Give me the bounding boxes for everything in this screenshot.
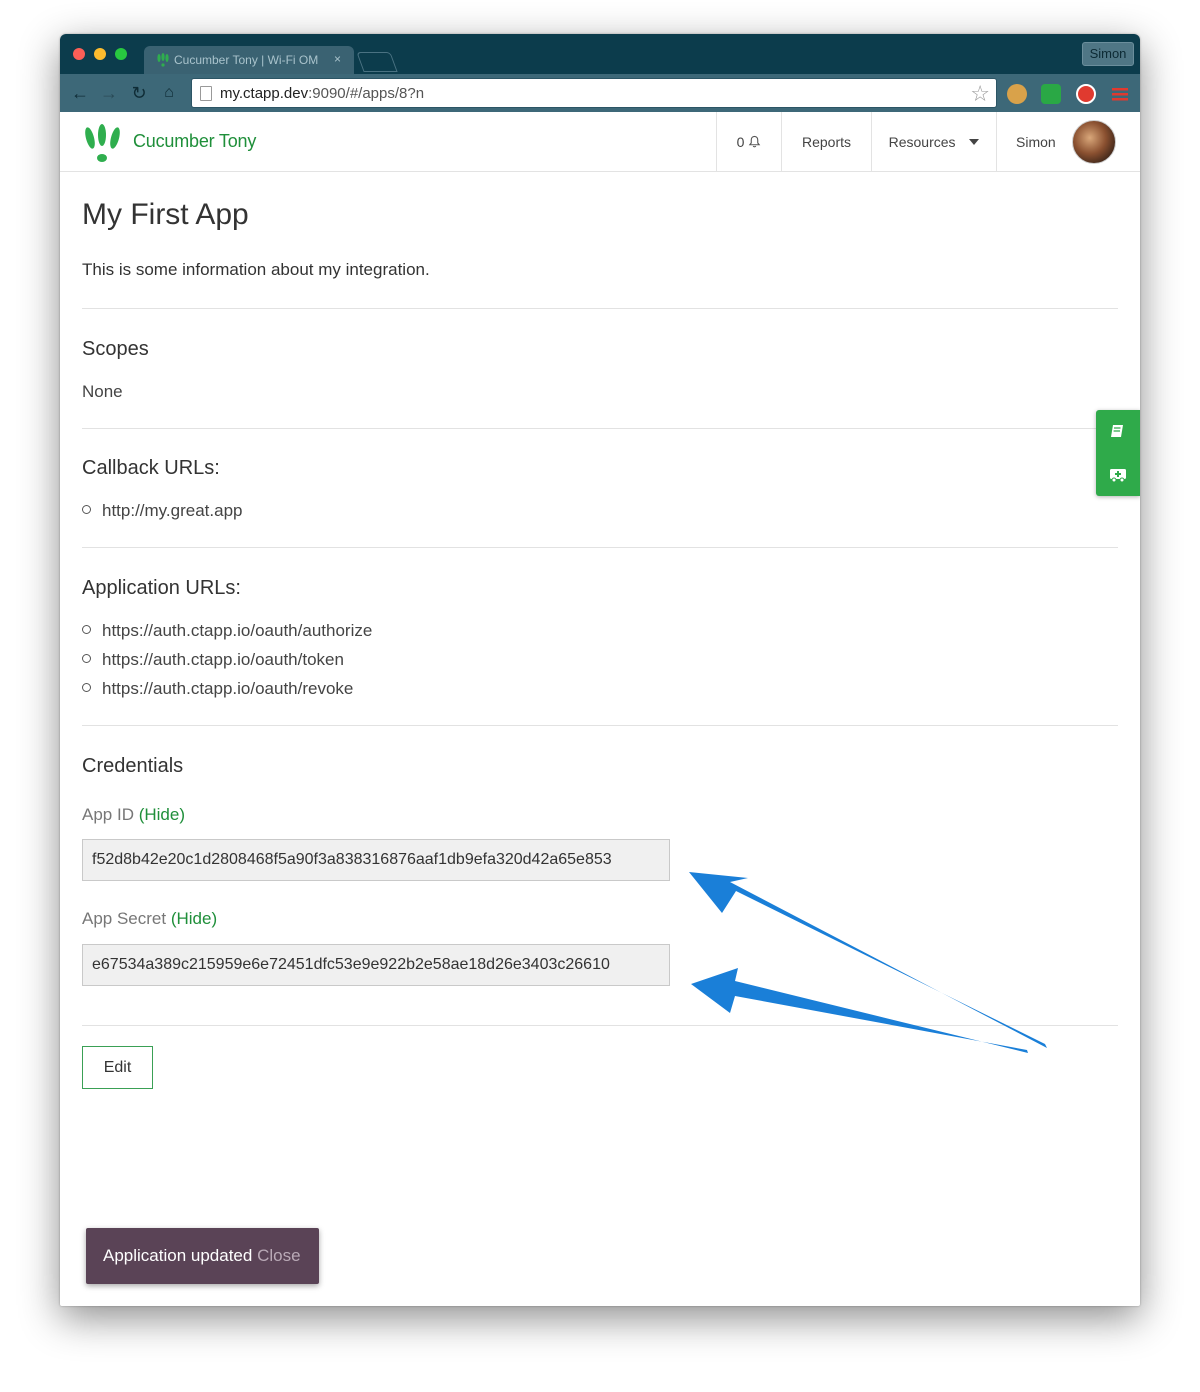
browser-toolbar: ← → ↻ ⌂ my.ctapp.dev:9090/#/apps/8?n ☆ [60, 74, 1140, 112]
page-title: My First App [82, 198, 249, 231]
bookmark-star-icon[interactable]: ☆ [970, 81, 990, 107]
application-url-item: https://auth.ctapp.io/oauth/revoke [82, 679, 353, 699]
forward-arrow-icon[interactable]: → [97, 81, 121, 105]
app-id-label: App ID (Hide) [82, 805, 185, 825]
caret-down-icon [969, 139, 980, 145]
reload-icon[interactable]: ↻ [127, 81, 151, 105]
home-icon[interactable]: ⌂ [157, 81, 181, 105]
user-nav[interactable]: Simon [996, 112, 1140, 172]
book-icon[interactable] [1109, 423, 1125, 439]
profile-chip[interactable]: Simon [1082, 42, 1134, 66]
back-arrow-icon[interactable]: ← [68, 81, 92, 105]
app-secret-field[interactable]: e67534a389c215959e6e72451dfc53e9e922b2e5… [82, 944, 670, 986]
tab-close-icon[interactable]: × [334, 52, 341, 66]
minimize-window-button[interactable] [94, 48, 106, 60]
quote-extension-icon[interactable] [1041, 84, 1061, 104]
divider [82, 547, 1118, 548]
browser-window: Cucumber Tony | Wi-Fi OM × Simon ← → ↻ ⌂… [60, 34, 1140, 1306]
app-id-field[interactable]: f52d8b42e20c1d2808468f5a90f3a838316876aa… [82, 839, 670, 881]
ambulance-icon[interactable] [1108, 465, 1128, 483]
resources-nav[interactable]: Resources [871, 112, 996, 172]
side-help-widget [1096, 410, 1140, 496]
divider [82, 1025, 1118, 1026]
notifications-nav[interactable]: 0 [716, 112, 781, 172]
address-bar[interactable]: my.ctapp.dev:9090/#/apps/8?n ☆ [191, 78, 997, 108]
reports-nav[interactable]: Reports [781, 112, 871, 172]
resources-label: Resources [888, 134, 956, 150]
edit-button[interactable]: Edit [82, 1046, 153, 1089]
credentials-heading: Credentials [82, 755, 184, 777]
cucumber-logo-icon[interactable] [82, 122, 124, 164]
divider [82, 725, 1118, 726]
menu-icon[interactable] [1110, 84, 1130, 104]
browser-tab[interactable]: Cucumber Tony | Wi-Fi OM × [144, 46, 354, 74]
hide-app-id-link[interactable]: (Hide) [139, 805, 185, 824]
hide-app-secret-link[interactable]: (Hide) [171, 909, 217, 928]
app-secret-label: App Secret (Hide) [82, 909, 217, 929]
url-text[interactable]: my.ctapp.dev:9090/#/apps/8?n [220, 85, 424, 102]
page-icon [200, 86, 212, 101]
annotation-arrow-to-app-id [689, 872, 1047, 1048]
callback-urls-heading: Callback URLs: [82, 457, 220, 479]
maximize-window-button[interactable] [115, 48, 127, 60]
cookie-extension-icon[interactable] [1007, 84, 1027, 104]
application-url-item: https://auth.ctapp.io/oauth/authorize [82, 621, 372, 641]
annotation-arrow-to-app-secret [691, 968, 1028, 1053]
adblock-extension-icon[interactable] [1076, 84, 1096, 104]
cucumber-favicon-icon [157, 53, 169, 67]
app-navbar: Cucumber Tony 0 Reports Resources Simon [60, 112, 1140, 172]
new-tab-button[interactable] [356, 52, 398, 72]
brand-name[interactable]: Cucumber Tony [133, 131, 256, 152]
user-name: Simon [1016, 134, 1056, 150]
browser-titlebar: Cucumber Tony | Wi-Fi OM × Simon [60, 34, 1140, 74]
callback-url-item: http://my.great.app [82, 501, 242, 521]
notification-count: 0 [736, 134, 745, 150]
toast-notification: Application updated Close [86, 1228, 319, 1284]
divider [82, 428, 1118, 429]
bell-icon [749, 135, 761, 148]
toast-message: Application updated [103, 1246, 253, 1265]
application-urls-heading: Application URLs: [82, 577, 241, 599]
application-url-item: https://auth.ctapp.io/oauth/token [82, 650, 344, 670]
url-host: my.ctapp.dev [220, 85, 309, 102]
app-description: This is some information about my integr… [82, 260, 430, 279]
divider [82, 308, 1118, 309]
url-path: :9090/#/apps/8?n [308, 85, 425, 102]
tab-title: Cucumber Tony | Wi-Fi OM [174, 53, 319, 67]
scopes-heading: Scopes [82, 338, 149, 360]
avatar[interactable] [1072, 120, 1116, 164]
scopes-value: None [82, 382, 123, 401]
app-secret-label-text: App Secret [82, 909, 167, 928]
close-window-button[interactable] [73, 48, 85, 60]
toast-close-button[interactable]: Close [257, 1246, 300, 1265]
app-id-label-text: App ID [82, 805, 134, 824]
